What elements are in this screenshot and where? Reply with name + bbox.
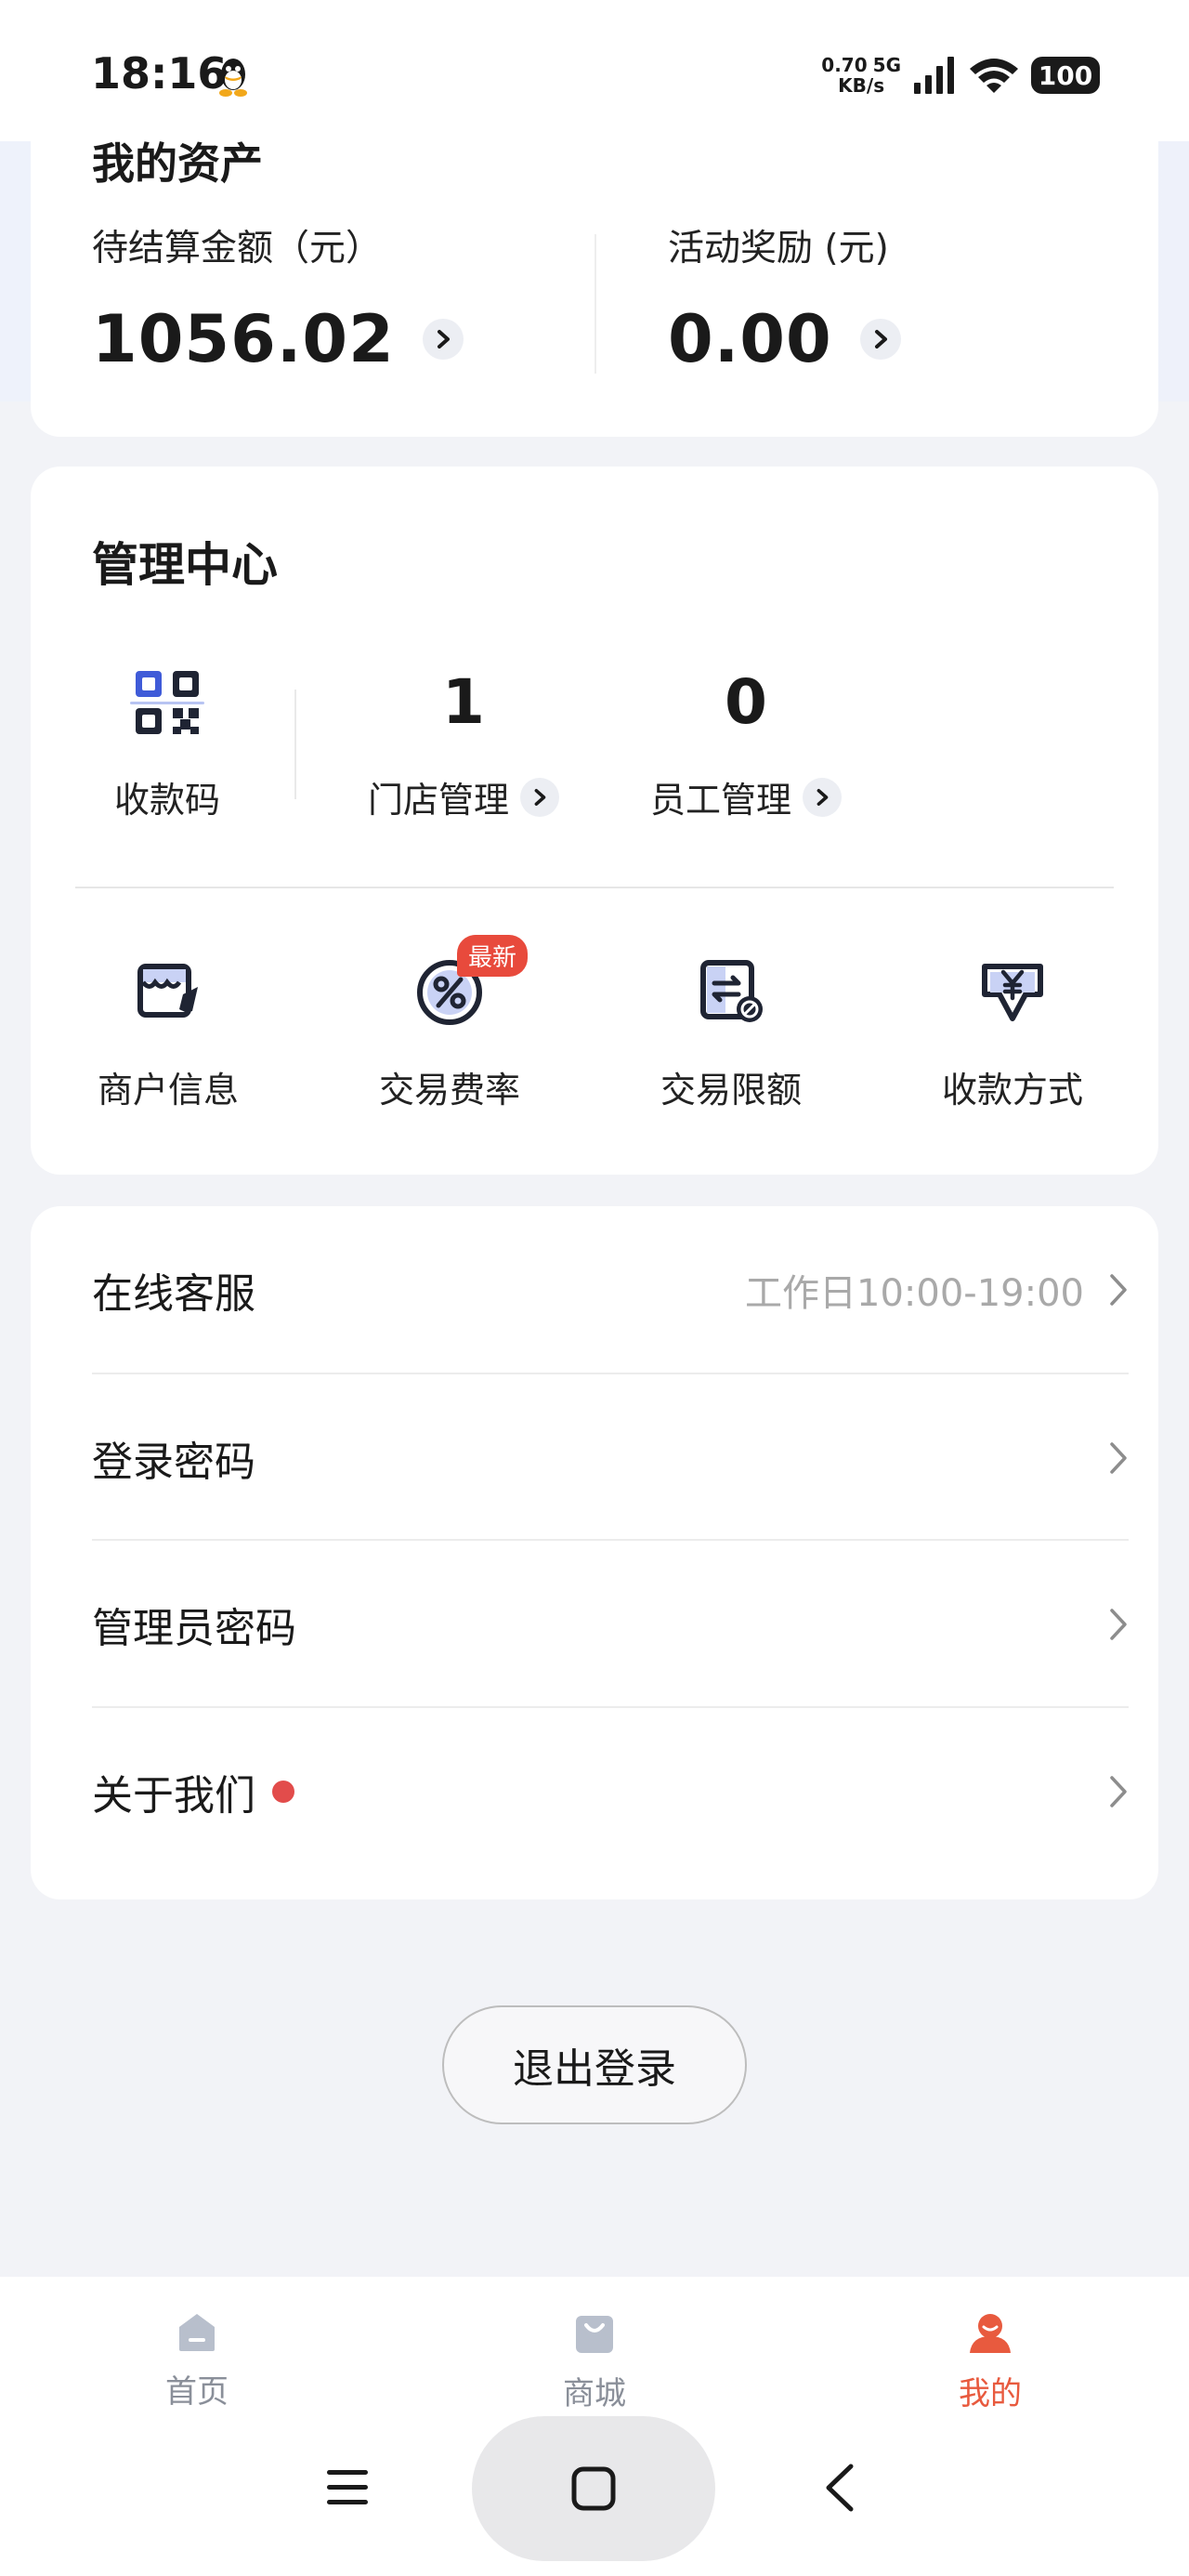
divider bbox=[294, 690, 296, 799]
shop-bag-icon bbox=[576, 2316, 613, 2353]
staff-management[interactable]: 0 员工管理 bbox=[634, 662, 857, 822]
chevron-right-icon bbox=[520, 777, 559, 817]
logout-button[interactable]: 退出登录 bbox=[442, 2005, 747, 2124]
battery-indicator: 100 bbox=[1031, 57, 1100, 94]
pending-amount[interactable]: 待结算金额（元） 1056.02 bbox=[92, 219, 464, 377]
about-us-label: 关于我们 bbox=[92, 1771, 255, 1820]
limit-icon bbox=[700, 960, 763, 1022]
store-management-label: 门店管理 bbox=[367, 780, 509, 821]
divider bbox=[75, 887, 1114, 888]
about-us-row[interactable]: 关于我们 bbox=[92, 1708, 1129, 1874]
chevron-right-icon bbox=[1110, 1273, 1127, 1306]
admin-password-row[interactable]: 管理员密码 bbox=[92, 1541, 1129, 1707]
back-icon[interactable] bbox=[821, 2463, 858, 2513]
tab-mine-label: 我的 bbox=[959, 2375, 1022, 2412]
transaction-limit-label: 交易限额 bbox=[660, 1070, 802, 1111]
qr-code-label: 收款码 bbox=[113, 780, 220, 821]
tab-shop[interactable]: 商城 bbox=[511, 2312, 678, 2413]
online-service-label: 在线客服 bbox=[92, 1269, 255, 1318]
signal-icon bbox=[914, 57, 954, 94]
transaction-rate-button[interactable]: 最新 交易费率 bbox=[347, 935, 552, 1112]
merchant-info-button[interactable]: 商户信息 bbox=[66, 953, 270, 1112]
home-nav-button[interactable] bbox=[472, 2416, 715, 2561]
network-speed: 0.70 5G KB/s bbox=[821, 54, 901, 97]
assets-card: 我的资产 待结算金额（元） 1056.02 活动奖励 (元) 0.00 bbox=[31, 93, 1158, 437]
payment-method-label: 收款方式 bbox=[941, 1070, 1083, 1111]
login-password-row[interactable]: 登录密码 bbox=[92, 1374, 1129, 1541]
user-icon bbox=[970, 2314, 1011, 2353]
qq-icon bbox=[219, 59, 247, 97]
pending-amount-label: 待结算金额（元） bbox=[92, 228, 383, 269]
tab-shop-label: 商城 bbox=[563, 2375, 626, 2412]
tab-home-label: 首页 bbox=[165, 2373, 229, 2411]
percent-icon-wrap: 最新 bbox=[412, 935, 529, 1028]
qr-code-icon bbox=[130, 671, 204, 734]
transaction-limit-button[interactable]: 交易限额 bbox=[629, 953, 833, 1112]
merchant-info-label: 商户信息 bbox=[97, 1070, 239, 1111]
login-password-label: 登录密码 bbox=[92, 1438, 255, 1486]
pending-amount-value: 1056.02 bbox=[92, 301, 395, 377]
square-icon bbox=[571, 2466, 616, 2511]
online-service-row[interactable]: 在线客服 工作日10:00-19:00 bbox=[92, 1206, 1129, 1373]
chevron-right-icon bbox=[1110, 1608, 1127, 1640]
store-count: 1 bbox=[442, 666, 485, 738]
store-management[interactable]: 1 门店管理 bbox=[352, 662, 575, 822]
home-icon bbox=[179, 2314, 215, 2351]
wifi-icon bbox=[970, 59, 1018, 93]
chevron-right-icon[interactable] bbox=[859, 319, 901, 360]
staff-management-label: 员工管理 bbox=[649, 780, 791, 821]
divider bbox=[594, 234, 596, 374]
payment-method-button[interactable]: 收款方式 bbox=[910, 953, 1115, 1112]
menu-icon[interactable] bbox=[325, 2466, 370, 2509]
new-badge: 最新 bbox=[457, 935, 529, 977]
chevron-right-icon[interactable] bbox=[422, 319, 464, 360]
settings-card: 在线客服 工作日10:00-19:00 登录密码 管理员密码 关于我们 bbox=[31, 1206, 1158, 1899]
chevron-right-icon bbox=[803, 777, 842, 817]
qr-code-entry[interactable]: 收款码 bbox=[98, 662, 237, 822]
management-card: 管理中心 收款码 1 门店管理 0 员工管理 商户信息 最新 交易费率 交易限额… bbox=[31, 467, 1158, 1175]
activity-reward[interactable]: 活动奖励 (元) 0.00 bbox=[668, 219, 901, 377]
service-hours: 工作日10:00-19:00 bbox=[745, 1271, 1084, 1315]
chevron-right-icon bbox=[1110, 1775, 1127, 1807]
system-nav-bar bbox=[0, 2409, 1189, 2576]
status-time: 18:16 bbox=[91, 48, 228, 99]
yen-icon bbox=[982, 964, 1043, 1021]
shop-edit-icon bbox=[137, 964, 198, 1018]
staff-count: 0 bbox=[725, 666, 767, 738]
activity-reward-label: 活动奖励 (元) bbox=[668, 228, 889, 269]
bottom-tab-bar: 首页 商城 我的 bbox=[0, 2277, 1189, 2576]
management-title: 管理中心 bbox=[92, 538, 278, 592]
status-bar: 18:16 0.70 5G KB/s 100 bbox=[0, 0, 1189, 141]
admin-password-label: 管理员密码 bbox=[92, 1604, 296, 1652]
tab-mine[interactable]: 我的 bbox=[907, 2312, 1074, 2413]
activity-reward-value: 0.00 bbox=[668, 301, 832, 377]
tab-home[interactable]: 首页 bbox=[113, 2312, 281, 2412]
notification-dot bbox=[272, 1780, 294, 1803]
chevron-right-icon bbox=[1110, 1441, 1127, 1474]
transaction-rate-label: 交易费率 bbox=[378, 1070, 520, 1111]
